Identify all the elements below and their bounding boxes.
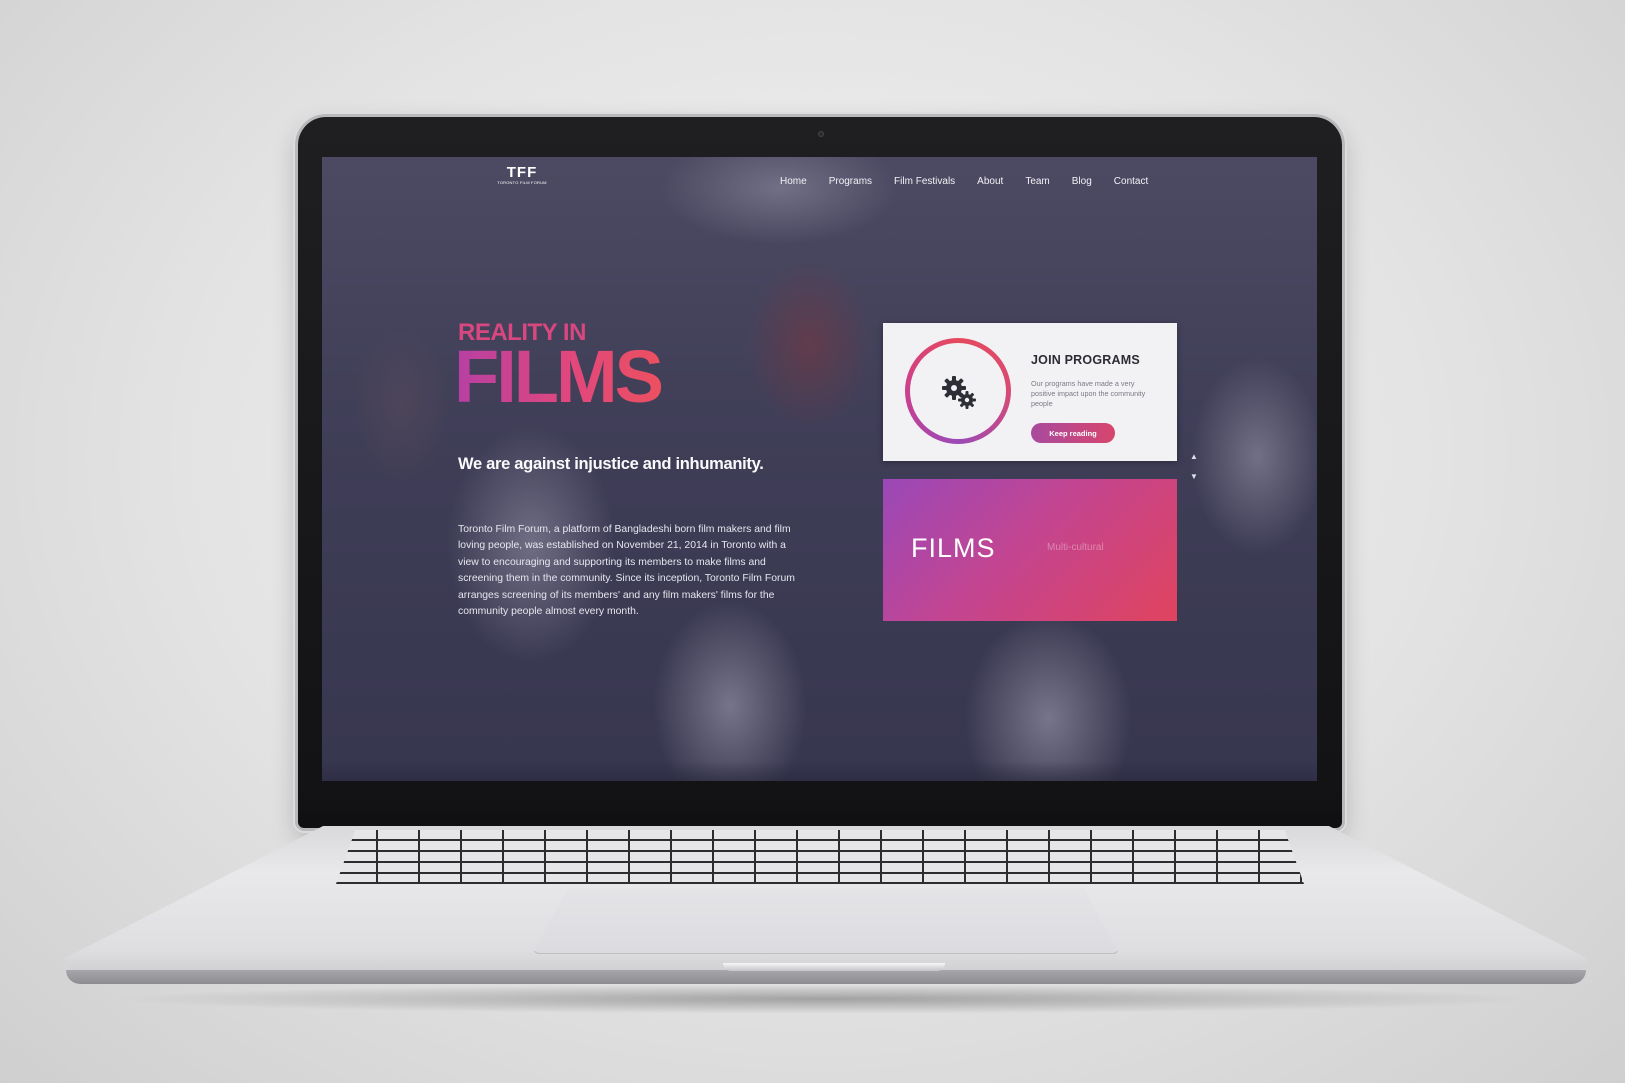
films-tile-subtitle: Multi-cultural [1047,542,1104,553]
laptop-hinge [298,813,1342,827]
nav-contact[interactable]: Contact [1114,176,1148,187]
logo-subtitle: TORONTO FILM FORUM [497,180,547,185]
arrow-up-icon[interactable]: ▲ [1190,447,1198,467]
nav-about[interactable]: About [977,176,1003,187]
keep-reading-button[interactable]: Keep reading [1031,423,1115,443]
floor-shadow [110,984,1540,1014]
laptop-front-edge [66,970,1586,984]
arrow-down-icon[interactable]: ▼ [1190,467,1198,487]
site-logo[interactable]: TFF TORONTO FILM FORUM [494,165,550,185]
card-text: Our programs have made a very positive i… [1031,379,1146,409]
hero-title: FILMS [454,335,664,418]
slider-arrows: ▲ ▼ [1190,447,1198,487]
camera-dot [818,131,824,137]
films-tile[interactable]: FILMS Multi-cultural [883,479,1177,621]
nav-home[interactable]: Home [780,176,807,187]
join-programs-card: JOIN PROGRAMS Our programs have made a v… [883,323,1177,461]
trackpad [533,888,1119,954]
keyboard [336,830,1304,884]
card-title: JOIN PROGRAMS [1031,353,1140,367]
lid-notch [723,963,945,971]
nav-team[interactable]: Team [1025,176,1049,187]
main-nav: Home Programs Film Festivals About Team … [780,176,1170,187]
nav-programs[interactable]: Programs [829,176,872,187]
hero-tagline: We are against injustice and inhumanity. [458,455,764,473]
nav-film-festivals[interactable]: Film Festivals [894,176,955,187]
films-tile-title: FILMS [911,533,996,563]
laptop-lid: TFF TORONTO FILM FORUM Home Programs Fil… [298,117,1342,828]
hero-intro-text: Toronto Film Forum, a platform of Bangla… [458,524,795,618]
logo-mark: TFF [506,164,538,181]
screen-bottom-fade [322,761,1317,781]
website-screen: TFF TORONTO FILM FORUM Home Programs Fil… [322,157,1317,781]
gears-icon [942,376,976,409]
nav-blog[interactable]: Blog [1072,176,1092,187]
